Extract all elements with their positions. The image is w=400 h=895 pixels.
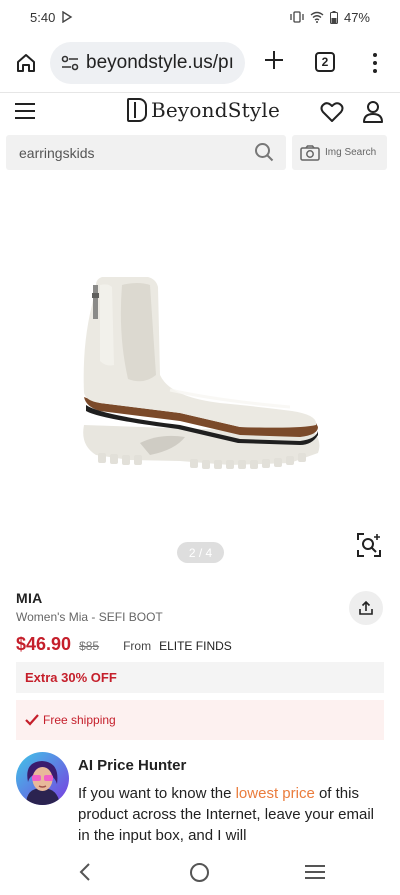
ai-avatar — [16, 752, 69, 805]
battery-icon — [329, 10, 338, 24]
check-icon — [25, 714, 39, 726]
ai-price-hunter-title: AI Price Hunter — [78, 757, 187, 774]
shipping-label: Free shipping — [43, 713, 116, 727]
status-time: 5:40 — [30, 9, 56, 25]
plus-icon — [265, 51, 283, 69]
more-icon-dot — [373, 69, 377, 73]
current-price: $46.90 — [16, 634, 72, 654]
share-button[interactable] — [349, 591, 383, 625]
camera-icon — [300, 144, 320, 161]
original-price: $85 — [79, 639, 100, 653]
more-icon-dot — [373, 53, 377, 57]
shipping-info: Free shipping — [16, 700, 384, 740]
share-icon — [359, 600, 373, 615]
seller-from-label: From — [123, 639, 152, 653]
back-icon — [79, 863, 90, 881]
product-title: Women's Mia - SEFI BOOT — [16, 610, 163, 624]
vibrate-icon — [290, 11, 304, 23]
search-input[interactable]: earringskids — [6, 135, 286, 170]
seller-name[interactable]: ELITE FINDS — [159, 639, 232, 653]
new-tab-button[interactable] — [260, 48, 288, 76]
price-row: $46.90 $85 From ELITE FINDS — [16, 634, 232, 658]
account-button[interactable] — [362, 100, 384, 124]
site-settings-icon[interactable] — [60, 53, 80, 73]
wifi-icon — [310, 11, 324, 23]
image-search-label: Img Search — [325, 147, 377, 158]
tab-switcher-button[interactable]: 2 — [315, 52, 335, 72]
home-icon — [17, 54, 35, 72]
play-store-icon — [62, 11, 73, 23]
url-text: beyondstyle.us/pı — [86, 52, 234, 73]
browser-toolbar: beyondstyle.us/pı 2 — [0, 40, 400, 86]
site-logo[interactable]: BeyondStyle — [127, 98, 280, 122]
heart-icon — [320, 102, 344, 122]
browser-menu-button[interactable] — [368, 50, 382, 76]
home-button[interactable] — [190, 863, 209, 882]
discount-badge: Extra 30% OFF — [16, 662, 384, 693]
back-button[interactable] — [76, 862, 94, 882]
image-search-button[interactable]: Img Search — [292, 135, 387, 170]
site-header: BeyondStyle — [0, 93, 400, 133]
user-icon — [363, 101, 383, 123]
system-navigation-bar — [0, 850, 400, 895]
address-bar[interactable]: beyondstyle.us/pı — [50, 42, 245, 84]
ai-price-hunter-text: If you want to know the lowest price of … — [78, 785, 374, 844]
image-page-indicator: 2 / 4 — [177, 542, 224, 563]
battery-percent: 47% — [343, 9, 370, 25]
product-brand[interactable]: MIA — [16, 590, 43, 606]
recents-button[interactable] — [305, 865, 325, 879]
product-image[interactable] — [0, 175, 400, 570]
logo-mark-icon — [127, 98, 147, 122]
wishlist-button[interactable] — [320, 101, 344, 123]
search-icon[interactable] — [254, 142, 274, 162]
lowest-price-highlight: lowest price — [235, 785, 315, 802]
status-bar: 5:40 47% — [0, 0, 400, 34]
scan-search-icon — [357, 533, 381, 557]
logo-text: BeyondStyle — [151, 98, 281, 122]
hamburger-menu-icon[interactable] — [15, 103, 35, 119]
ai-avatar-image — [16, 752, 69, 805]
boot-image — [83, 277, 320, 469]
browser-home-button[interactable] — [12, 49, 40, 77]
search-input-value: earringskids — [19, 144, 95, 161]
more-icon-dot — [373, 61, 377, 65]
visual-search-button[interactable] — [356, 532, 382, 558]
